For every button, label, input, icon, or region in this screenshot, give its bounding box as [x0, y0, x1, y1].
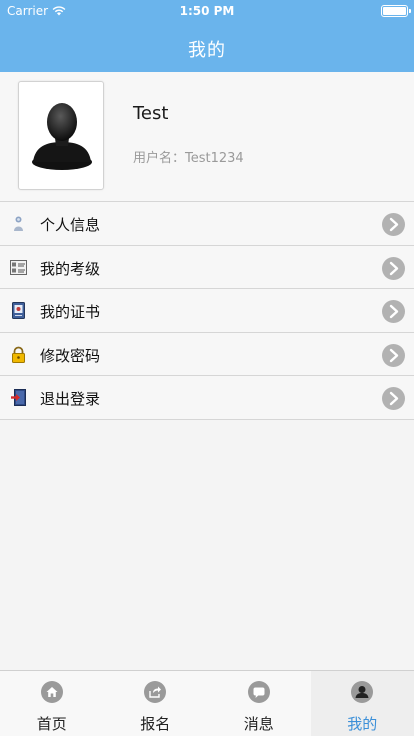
tab-label: 报名: [140, 715, 171, 733]
profile-username: 用户名：Test1234: [133, 151, 244, 166]
menu-item-my-certificates[interactable]: 我的证书: [0, 289, 414, 333]
avatar-silhouette-icon: [32, 103, 92, 170]
tab-label: 我的: [347, 715, 378, 733]
tab-messages[interactable]: 消息: [207, 671, 311, 736]
page-title: 我的: [188, 40, 226, 61]
profile-card: Test 用户名：Test1234: [0, 72, 414, 202]
menu-item-my-exams[interactable]: 我的考级: [0, 246, 414, 290]
menu-item-change-password[interactable]: 修改密码: [0, 333, 414, 377]
battery-level: [383, 7, 406, 15]
menu-item-label: 个人信息: [40, 216, 101, 234]
status-time: 1:50 PM: [179, 4, 235, 18]
user-icon: [351, 681, 374, 703]
share-icon: [144, 681, 167, 703]
tab-label: 首页: [36, 715, 67, 733]
chevron-right-icon: [382, 300, 405, 324]
chevron-right-icon: [382, 256, 405, 280]
tab-home[interactable]: 首页: [0, 671, 104, 736]
menu-item-label: 退出登录: [40, 390, 101, 409]
chevron-right-icon: [382, 213, 405, 236]
tab-bar: 首页 报名 消息 我的: [0, 670, 414, 736]
tab-signup[interactable]: 报名: [104, 671, 208, 736]
lock-icon: [12, 346, 25, 363]
avatar[interactable]: [18, 81, 104, 190]
chevron-right-icon: [382, 387, 405, 411]
tab-label: 消息: [243, 715, 274, 733]
certificate-icon: [12, 302, 25, 320]
home-icon: [40, 681, 63, 703]
app-header: Carrier 1:50 PM 我的: [0, 0, 414, 72]
settings-menu: 个人信息 我的考级 我的证书 修改密码 退出登录: [0, 202, 414, 420]
person-icon: [14, 216, 23, 231]
profile-name: Test: [133, 103, 169, 124]
exam-icon: [10, 259, 27, 275]
menu-item-label: 修改密码: [40, 346, 101, 365]
chevron-right-icon: [382, 343, 405, 367]
menu-item-personal-info[interactable]: 个人信息: [0, 202, 414, 246]
menu-item-label: 我的证书: [40, 303, 101, 322]
menu-item-logout[interactable]: 退出登录: [0, 376, 414, 420]
message-icon: [247, 681, 270, 703]
logout-icon: [11, 389, 26, 407]
menu-item-label: 我的考级: [40, 259, 101, 278]
battery-icon: [381, 5, 411, 17]
tab-mine[interactable]: 我的: [310, 671, 414, 736]
status-bar: Carrier 1:50 PM: [0, 0, 414, 22]
